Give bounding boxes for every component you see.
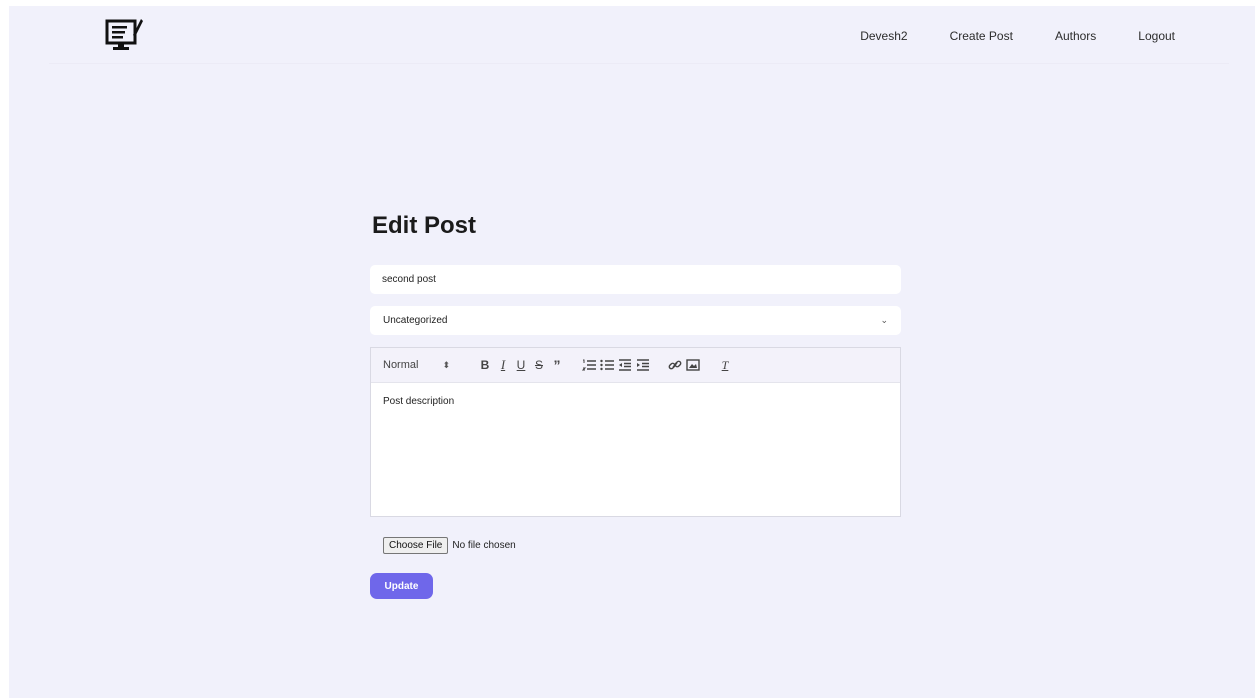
strike-icon[interactable]: S: [530, 356, 548, 374]
blockquote-icon[interactable]: ”: [548, 356, 566, 374]
indent-decrease-icon[interactable]: [616, 356, 634, 374]
page-title: Edit Post: [372, 212, 477, 239]
editor-content[interactable]: Post description: [371, 383, 900, 420]
choose-file-button[interactable]: Choose File: [383, 537, 449, 554]
file-upload: Choose File No file chosen: [383, 537, 516, 554]
navbar: Devesh2 Create Post Authors Logout: [49, 6, 1229, 64]
updown-arrows-icon: ⬍: [442, 359, 450, 370]
nav-link-authors[interactable]: Authors: [1055, 29, 1096, 43]
post-title-input[interactable]: [370, 265, 901, 294]
nav-links: Devesh2 Create Post Authors Logout: [860, 29, 1229, 43]
bold-icon[interactable]: B: [476, 356, 494, 374]
link-icon[interactable]: [666, 356, 684, 374]
image-icon[interactable]: [684, 356, 702, 374]
rich-text-editor: Normal ⬍ B I U S ” T Post description: [370, 347, 901, 517]
bullet-list-icon[interactable]: [598, 356, 616, 374]
page-background: Devesh2 Create Post Authors Logout Edit …: [9, 6, 1255, 698]
chevron-down-icon: ⌄: [880, 315, 888, 325]
update-button[interactable]: Update: [370, 573, 433, 599]
ordered-list-icon[interactable]: [580, 356, 598, 374]
italic-icon[interactable]: I: [494, 356, 512, 374]
monitor-edit-icon[interactable]: [105, 17, 143, 53]
underline-icon[interactable]: U: [512, 356, 530, 374]
category-select[interactable]: Uncategorized ⌄: [370, 306, 901, 335]
heading-select-value: Normal: [383, 359, 419, 371]
indent-increase-icon[interactable]: [634, 356, 652, 374]
file-status: No file chosen: [452, 540, 516, 551]
nav-link-logout[interactable]: Logout: [1138, 29, 1175, 43]
editor-toolbar: Normal ⬍ B I U S ” T: [371, 348, 900, 383]
heading-select[interactable]: Normal ⬍: [383, 359, 476, 371]
nav-link-create-post[interactable]: Create Post: [950, 29, 1013, 43]
nav-link-user[interactable]: Devesh2: [860, 29, 907, 43]
clear-format-icon[interactable]: T: [716, 356, 734, 374]
category-selected-value: Uncategorized: [383, 315, 448, 326]
